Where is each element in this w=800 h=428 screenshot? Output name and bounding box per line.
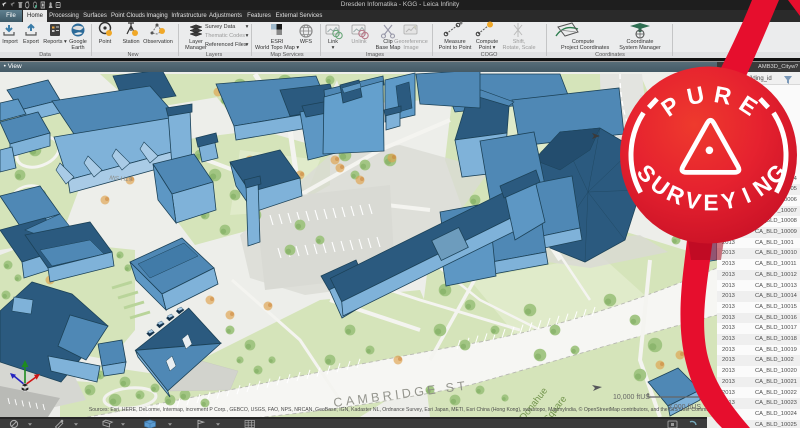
- svg-text:E: E: [703, 189, 718, 215]
